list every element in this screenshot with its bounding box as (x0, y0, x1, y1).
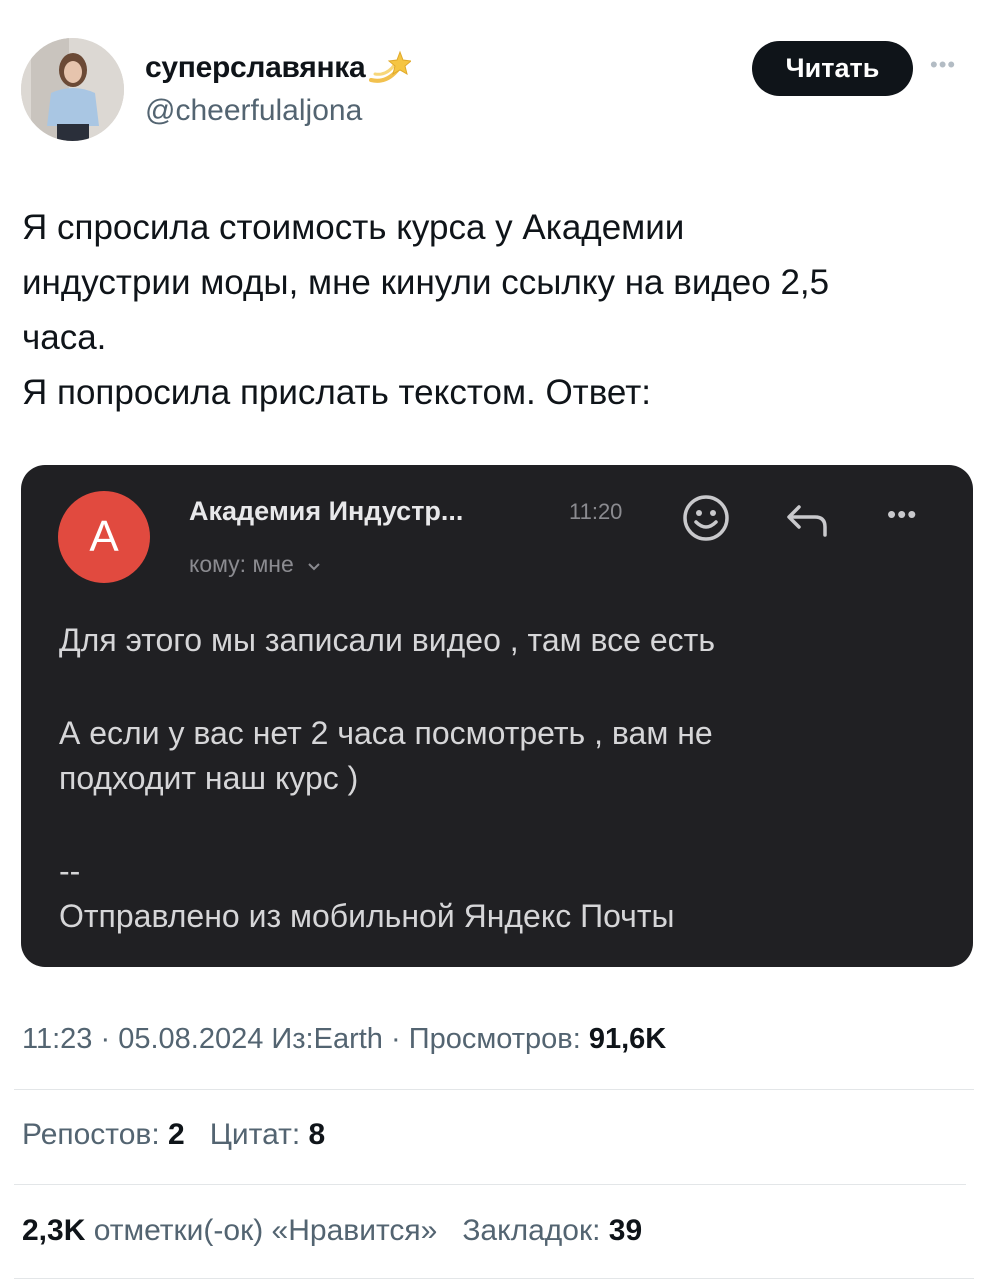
bookmarks-label: Закладок: (462, 1214, 601, 1247)
reposts-count: 2 (168, 1118, 185, 1151)
views-label: Просмотров: (408, 1023, 581, 1055)
reply-icon (787, 505, 827, 537)
stats-row-likes: 2,3K отметки(-ок) «Нравится» Закладок: 3… (22, 1214, 642, 1248)
tweet-date[interactable]: 05.08.2024 (118, 1023, 263, 1055)
avatar-photo (21, 38, 124, 141)
more-options-icon[interactable]: ••• (930, 52, 974, 82)
tweet-time[interactable]: 11:23 (22, 1023, 92, 1055)
quotes-label: Цитат: (209, 1118, 301, 1151)
quotes-stat[interactable]: Цитат: 8 (210, 1118, 326, 1151)
email-time: 11:20 (569, 499, 623, 524)
quotes-count: 8 (308, 1118, 326, 1151)
likes-count: 2,3K (22, 1214, 86, 1247)
sender-avatar: А (58, 491, 150, 583)
email-more-icon: ••• (887, 499, 918, 529)
email-signature-separator: -- (59, 853, 81, 889)
user-handle[interactable]: @cheerfulaljona (145, 94, 362, 128)
email-body-line: Для этого мы записали видео , там все ес… (59, 622, 715, 658)
stats-row-reposts: Репостов: 2 Цитат: 8 (22, 1118, 325, 1152)
email-recipient-label: кому: мне (189, 551, 294, 577)
email-recipient: кому: мне (189, 551, 322, 578)
shooting-star-icon (369, 50, 413, 86)
display-name[interactable]: суперславянка (145, 51, 366, 85)
chevron-down-icon (308, 563, 320, 571)
views-count: 91,6K (588, 1023, 667, 1055)
follow-button[interactable]: Читать (752, 41, 913, 96)
likes-label: отметки(-ок) «Нравится» (93, 1214, 438, 1247)
divider (14, 1184, 966, 1185)
meta-separator: · (391, 1023, 409, 1055)
tweet-text: Я спросила стоимость курса у Академии ин… (22, 208, 830, 412)
tweet-media-image[interactable]: А Академия Индустр... 11:20 кому: мне ••… (21, 465, 973, 967)
email-sender: Академия Индустр... (189, 496, 464, 526)
tweet-page: суперславянка @cheerfulaljona Читать •••… (0, 0, 994, 1280)
display-name-row: суперславянка (145, 50, 413, 86)
divider (14, 1089, 974, 1090)
tweet-meta: 11:23 · 05.08.2024 Из:Earth · Просмотров… (22, 1023, 666, 1056)
email-body-line: А если у вас нет 2 часа посмотреть , вам… (59, 715, 713, 751)
bookmarks-stat[interactable]: Закладок: 39 (462, 1214, 642, 1247)
email-signature: Отправлено из мобильной Яндекс Почты (59, 898, 675, 934)
reposts-stat[interactable]: Репостов: 2 (22, 1118, 193, 1151)
avatar[interactable] (21, 38, 124, 141)
emoji-reaction-icon (683, 495, 729, 541)
reposts-label: Репостов: (22, 1118, 160, 1151)
bookmarks-count: 39 (608, 1214, 643, 1247)
email-body-line: подходит наш курс ) (59, 760, 359, 796)
divider (14, 1278, 974, 1279)
tweet-source: Из:Earth (271, 1023, 383, 1055)
likes-stat[interactable]: 2,3K отметки(-ок) «Нравится» (22, 1214, 446, 1247)
meta-separator: · (100, 1023, 119, 1055)
